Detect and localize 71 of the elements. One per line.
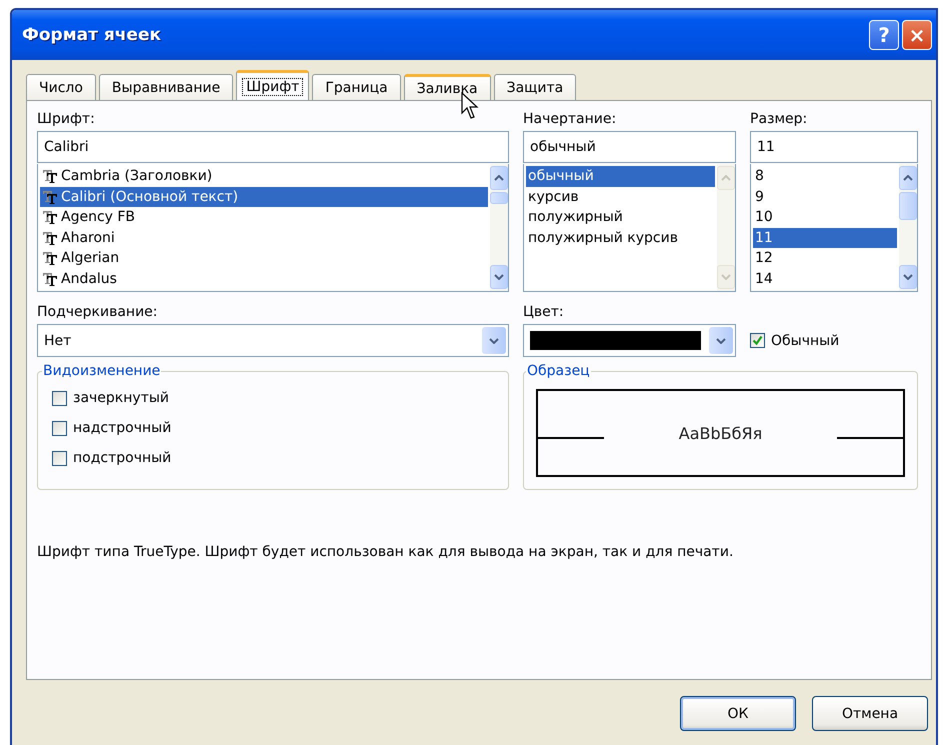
list-item[interactable]: Andalus: [40, 268, 488, 289]
list-item[interactable]: Algerian: [40, 248, 488, 268]
tab[interactable]: Защита: [494, 74, 576, 100]
field-label: Цвет:: [523, 303, 565, 322]
field-label: Начертание:: [523, 110, 618, 129]
list-box[interactable]: обычный курсив полужирный полужирный курсив: [523, 164, 736, 292]
list-item[interactable]: Aharoni: [40, 228, 488, 248]
list-item[interactable]: 14: [753, 268, 897, 289]
list-item[interactable]: Calibri (Основной текст): [40, 186, 488, 207]
list-item[interactable]: 8: [753, 166, 897, 186]
list-item[interactable]: 10: [753, 207, 897, 228]
chevron-down-icon: [721, 274, 731, 280]
list-box[interactable]: Cambria (Заголовки) Calibri (Основной текст) Agency FB Aharoni Algerian Andalus: [37, 164, 509, 292]
checkbox-label: зачеркнутый: [73, 390, 169, 406]
checkbox-label: подстрочный: [73, 450, 172, 466]
chevron-up-icon: [903, 175, 913, 181]
text-field[interactable]: обычный: [523, 131, 736, 163]
truetype-icon: [42, 210, 58, 224]
list-item[interactable]: полужирный: [526, 207, 715, 228]
chevron-down-icon: [489, 338, 499, 344]
list-item[interactable]: 9: [753, 186, 897, 207]
tab[interactable]: Число: [26, 74, 96, 100]
field-label: Шрифт:: [37, 110, 96, 129]
list-item[interactable]: полужирный курсив: [526, 228, 715, 248]
window-title: Формат ячеек: [22, 25, 162, 45]
group-title: Видоизменение: [42, 363, 162, 379]
color-dropdown[interactable]: [523, 324, 736, 357]
cancel-button[interactable]: Отмена: [812, 696, 928, 731]
list-item[interactable]: курсив: [526, 186, 715, 207]
tab[interactable]: Заливка: [404, 74, 491, 100]
truetype-icon: [42, 230, 58, 245]
chevron-up-icon: [721, 175, 731, 181]
chevron-down-icon: [716, 338, 726, 344]
list-item[interactable]: 12: [753, 248, 897, 268]
checkbox[interactable]: [52, 390, 67, 406]
list-item[interactable]: Cambria (Заголовки): [40, 166, 488, 186]
checkbox-label: надстрочный: [73, 420, 172, 436]
group-title: Образец: [526, 363, 591, 379]
list-item[interactable]: обычный: [526, 166, 715, 186]
checkbox[interactable]: [52, 420, 67, 436]
chevron-down-icon: [494, 274, 504, 280]
checkbox[interactable]: [52, 450, 67, 466]
chevron-down-icon: [903, 274, 913, 280]
ok-button[interactable]: ОК: [680, 696, 796, 731]
text-field[interactable]: 11: [750, 131, 918, 163]
scrollbar-thumb[interactable]: [899, 192, 917, 220]
field-label: Подчеркивание:: [37, 303, 159, 322]
checkbox[interactable]: [750, 333, 765, 348]
text-field[interactable]: Calibri: [37, 131, 509, 163]
scrollbar[interactable]: [490, 164, 508, 291]
tab[interactable]: Выравнивание: [98, 74, 234, 100]
scrollbar[interactable]: [717, 164, 735, 291]
scrollbar[interactable]: [899, 164, 917, 291]
close-button[interactable]: ×: [902, 20, 932, 50]
chevron-up-icon: [494, 175, 504, 181]
underline-dropdown[interactable]: Нет: [37, 324, 509, 357]
tab[interactable]: Шрифт: [236, 70, 310, 100]
list-box[interactable]: 8 9 10 11 12 14: [750, 164, 918, 292]
list-item[interactable]: 11: [753, 228, 897, 248]
field-label: Размер:: [750, 110, 808, 129]
truetype-icon: [42, 190, 58, 204]
tab[interactable]: Граница: [312, 74, 401, 100]
list-item[interactable]: Agency FB: [40, 207, 488, 228]
checkbox-label: Обычный: [771, 332, 840, 348]
truetype-icon: [42, 251, 58, 266]
truetype-icon: [42, 272, 58, 286]
help-button[interactable]: ?: [869, 20, 899, 50]
sample-text: AaBbБбЯя: [678, 424, 764, 442]
description-text: Шрифт типа TrueType. Шрифт будет использован как для вывода на экран, так и для печати.: [37, 544, 734, 560]
scrollbar-thumb[interactable]: [490, 192, 508, 204]
truetype-icon: [42, 169, 58, 184]
